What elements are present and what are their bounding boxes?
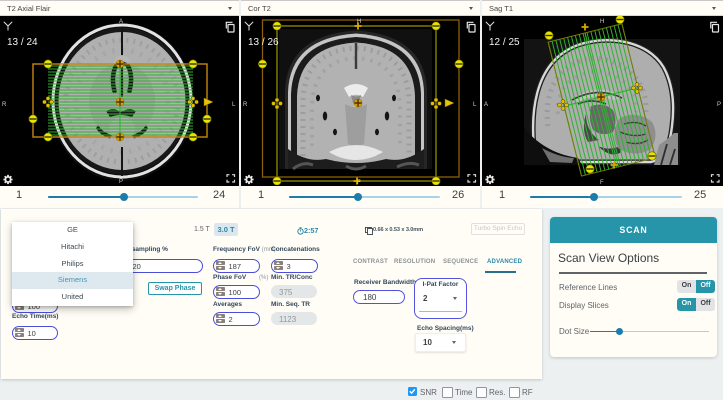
svg-text:P: P (119, 179, 123, 185)
svg-text:L: L (232, 102, 236, 108)
svg-text:H: H (357, 19, 361, 25)
svg-text:L: L (473, 102, 477, 108)
svg-text:R: R (2, 102, 7, 108)
svg-text:A: A (119, 19, 123, 25)
svg-text:13 / 26: 13 / 26 (248, 37, 279, 48)
svg-text:13 / 24: 13 / 24 (7, 37, 38, 48)
svg-text:P: P (717, 102, 721, 108)
svg-text:12 / 25: 12 / 25 (489, 37, 520, 48)
svg-text:A: A (484, 102, 488, 108)
svg-text:H: H (600, 19, 604, 25)
svg-text:F: F (600, 180, 604, 185)
svg-text:R: R (243, 102, 248, 108)
svg-text:F: F (357, 180, 361, 185)
